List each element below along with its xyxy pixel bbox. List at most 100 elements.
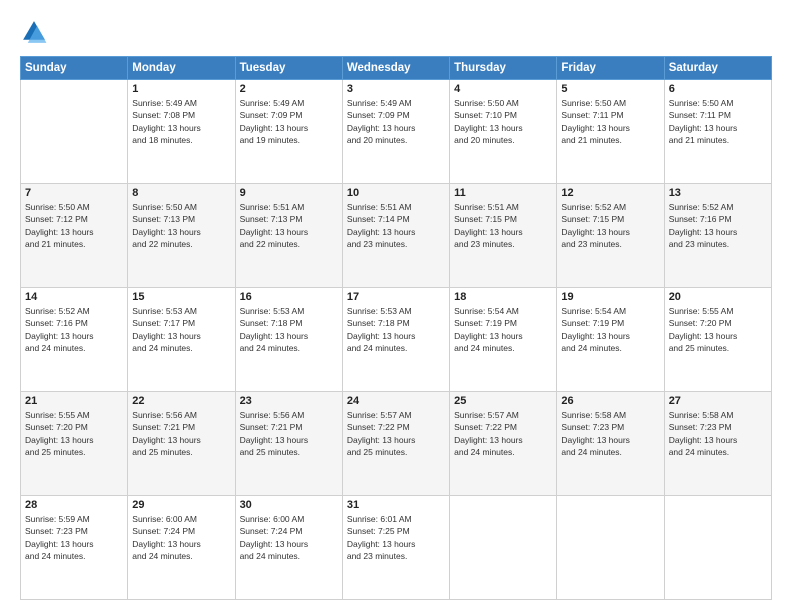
calendar-cell: 21Sunrise: 5:55 AM Sunset: 7:20 PM Dayli… <box>21 392 128 496</box>
calendar-cell: 16Sunrise: 5:53 AM Sunset: 7:18 PM Dayli… <box>235 288 342 392</box>
day-info: Sunrise: 5:59 AM Sunset: 7:23 PM Dayligh… <box>25 513 123 562</box>
calendar-cell: 26 Sunrise: 5:58 AM Sunset: 7:23 PM Dayli… <box>557 392 664 496</box>
day-number: 14 <box>25 291 123 303</box>
calendar-cell: 22 Sunrise: 5:56 AM Sunset: 7:21 PM Dayli… <box>128 392 235 496</box>
day-info: Sunrise: 5:51 AM Sunset: 7:14 PM Dayligh… <box>347 201 445 250</box>
day-info: Sunrise: 5:56 AM Sunset: 7:21 PM Dayligh… <box>132 409 230 458</box>
day-info: Sunrise: 5:57 AM Sunset: 7:22 PM Dayligh… <box>454 409 552 458</box>
day-info: Sunrise: 5:58 AM Sunset: 7:23 PM Dayligh… <box>669 409 767 458</box>
day-number: 25 <box>454 395 552 407</box>
weekday-thursday: Thursday <box>450 57 557 80</box>
day-info: Sunrise: 5:54 AM Sunset: 7:19 PM Dayligh… <box>454 305 552 354</box>
day-info: Sunrise: 5:58 AM Sunset: 7:23 PM Dayligh… <box>561 409 659 458</box>
calendar-cell: 12Sunrise: 5:52 AM Sunset: 7:15 PM Dayli… <box>557 184 664 288</box>
day-number: 24 <box>347 395 445 407</box>
calendar-cell: 29 Sunrise: 6:00 AM Sunset: 7:24 PM Dayli… <box>128 496 235 600</box>
day-info: Sunrise: 5:52 AM Sunset: 7:16 PM Dayligh… <box>669 201 767 250</box>
calendar-cell: 18 Sunrise: 5:54 AM Sunset: 7:19 PM Dayli… <box>450 288 557 392</box>
day-number: 31 <box>347 499 445 511</box>
calendar-table: SundayMondayTuesdayWednesdayThursdayFrid… <box>20 56 772 600</box>
calendar-cell: 7 Sunrise: 5:50 AM Sunset: 7:12 PM Daylig… <box>21 184 128 288</box>
day-info: Sunrise: 5:50 AM Sunset: 7:11 PM Dayligh… <box>669 97 767 146</box>
day-number: 27 <box>669 395 767 407</box>
day-info: Sunrise: 5:49 AM Sunset: 7:09 PM Dayligh… <box>240 97 338 146</box>
calendar-cell <box>450 496 557 600</box>
day-info: Sunrise: 5:50 AM Sunset: 7:10 PM Dayligh… <box>454 97 552 146</box>
day-number: 4 <box>454 83 552 95</box>
day-number: 30 <box>240 499 338 511</box>
day-number: 10 <box>347 187 445 199</box>
day-info: Sunrise: 6:00 AM Sunset: 7:24 PM Dayligh… <box>132 513 230 562</box>
day-info: Sunrise: 5:50 AM Sunset: 7:12 PM Dayligh… <box>25 201 123 250</box>
calendar-cell: 9Sunrise: 5:51 AM Sunset: 7:13 PM Daylig… <box>235 184 342 288</box>
day-info: Sunrise: 5:53 AM Sunset: 7:18 PM Dayligh… <box>240 305 338 354</box>
weekday-header-row: SundayMondayTuesdayWednesdayThursdayFrid… <box>21 57 772 80</box>
header <box>20 18 772 46</box>
day-number: 11 <box>454 187 552 199</box>
day-number: 19 <box>561 291 659 303</box>
day-info: Sunrise: 5:56 AM Sunset: 7:21 PM Dayligh… <box>240 409 338 458</box>
calendar-page: SundayMondayTuesdayWednesdayThursdayFrid… <box>0 0 792 612</box>
calendar-cell: 11 Sunrise: 5:51 AM Sunset: 7:15 PM Dayli… <box>450 184 557 288</box>
day-info: Sunrise: 5:57 AM Sunset: 7:22 PM Dayligh… <box>347 409 445 458</box>
day-info: Sunrise: 5:53 AM Sunset: 7:18 PM Dayligh… <box>347 305 445 354</box>
calendar-cell: 13Sunrise: 5:52 AM Sunset: 7:16 PM Dayli… <box>664 184 771 288</box>
day-info: Sunrise: 5:51 AM Sunset: 7:15 PM Dayligh… <box>454 201 552 250</box>
calendar-cell: 3 Sunrise: 5:49 AM Sunset: 7:09 PM Daylig… <box>342 80 449 184</box>
day-number: 1 <box>132 83 230 95</box>
calendar-cell: 23 Sunrise: 5:56 AM Sunset: 7:21 PM Dayli… <box>235 392 342 496</box>
day-number: 15 <box>132 291 230 303</box>
week-row-4: 28 Sunrise: 5:59 AM Sunset: 7:23 PM Dayli… <box>21 496 772 600</box>
day-number: 21 <box>25 395 123 407</box>
day-number: 3 <box>347 83 445 95</box>
weekday-friday: Friday <box>557 57 664 80</box>
calendar-cell: 30 Sunrise: 6:00 AM Sunset: 7:24 PM Dayli… <box>235 496 342 600</box>
day-number: 6 <box>669 83 767 95</box>
calendar-cell <box>664 496 771 600</box>
weekday-monday: Monday <box>128 57 235 80</box>
day-number: 22 <box>132 395 230 407</box>
day-number: 12 <box>561 187 659 199</box>
day-number: 26 <box>561 395 659 407</box>
week-row-0: 1 Sunrise: 5:49 AM Sunset: 7:08 PM Daylig… <box>21 80 772 184</box>
day-number: 23 <box>240 395 338 407</box>
calendar-cell: 4 Sunrise: 5:50 AM Sunset: 7:10 PM Daylig… <box>450 80 557 184</box>
weekday-saturday: Saturday <box>664 57 771 80</box>
day-number: 28 <box>25 499 123 511</box>
calendar-cell: 17Sunrise: 5:53 AM Sunset: 7:18 PM Dayli… <box>342 288 449 392</box>
weekday-tuesday: Tuesday <box>235 57 342 80</box>
day-info: Sunrise: 5:54 AM Sunset: 7:19 PM Dayligh… <box>561 305 659 354</box>
weekday-sunday: Sunday <box>21 57 128 80</box>
calendar-cell: 20Sunrise: 5:55 AM Sunset: 7:20 PM Dayli… <box>664 288 771 392</box>
calendar-cell: 25 Sunrise: 5:57 AM Sunset: 7:22 PM Dayli… <box>450 392 557 496</box>
logo <box>20 18 52 46</box>
calendar-cell <box>21 80 128 184</box>
day-info: Sunrise: 5:50 AM Sunset: 7:13 PM Dayligh… <box>132 201 230 250</box>
day-number: 29 <box>132 499 230 511</box>
day-info: Sunrise: 6:01 AM Sunset: 7:25 PM Dayligh… <box>347 513 445 562</box>
calendar-cell: 24 Sunrise: 5:57 AM Sunset: 7:22 PM Dayli… <box>342 392 449 496</box>
day-info: Sunrise: 6:00 AM Sunset: 7:24 PM Dayligh… <box>240 513 338 562</box>
calendar-cell: 2 Sunrise: 5:49 AM Sunset: 7:09 PM Daylig… <box>235 80 342 184</box>
calendar-cell: 15Sunrise: 5:53 AM Sunset: 7:17 PM Dayli… <box>128 288 235 392</box>
calendar-cell <box>557 496 664 600</box>
week-row-1: 7 Sunrise: 5:50 AM Sunset: 7:12 PM Daylig… <box>21 184 772 288</box>
day-info: Sunrise: 5:51 AM Sunset: 7:13 PM Dayligh… <box>240 201 338 250</box>
calendar-cell: 1 Sunrise: 5:49 AM Sunset: 7:08 PM Daylig… <box>128 80 235 184</box>
day-number: 18 <box>454 291 552 303</box>
calendar-cell: 19 Sunrise: 5:54 AM Sunset: 7:19 PM Dayli… <box>557 288 664 392</box>
calendar-cell: 8 Sunrise: 5:50 AM Sunset: 7:13 PM Daylig… <box>128 184 235 288</box>
day-number: 2 <box>240 83 338 95</box>
calendar-cell: 10 Sunrise: 5:51 AM Sunset: 7:14 PM Dayli… <box>342 184 449 288</box>
day-number: 7 <box>25 187 123 199</box>
day-number: 8 <box>132 187 230 199</box>
day-number: 5 <box>561 83 659 95</box>
day-number: 20 <box>669 291 767 303</box>
day-info: Sunrise: 5:49 AM Sunset: 7:08 PM Dayligh… <box>132 97 230 146</box>
day-info: Sunrise: 5:52 AM Sunset: 7:16 PM Dayligh… <box>25 305 123 354</box>
weekday-wednesday: Wednesday <box>342 57 449 80</box>
calendar-cell: 6 Sunrise: 5:50 AM Sunset: 7:11 PM Daylig… <box>664 80 771 184</box>
day-info: Sunrise: 5:49 AM Sunset: 7:09 PM Dayligh… <box>347 97 445 146</box>
calendar-cell: 14 Sunrise: 5:52 AM Sunset: 7:16 PM Dayli… <box>21 288 128 392</box>
week-row-2: 14 Sunrise: 5:52 AM Sunset: 7:16 PM Dayli… <box>21 288 772 392</box>
